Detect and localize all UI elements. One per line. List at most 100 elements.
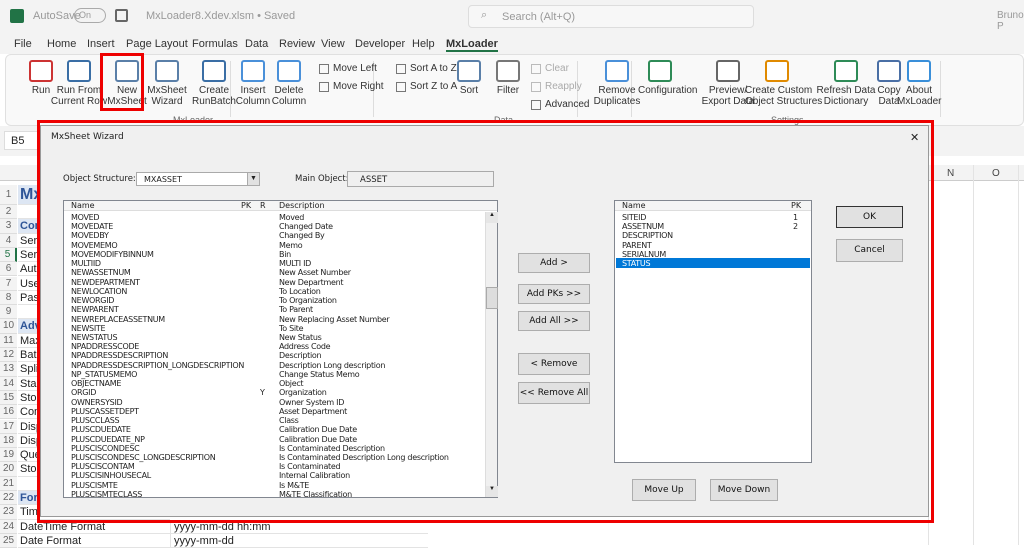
tab-formulas[interactable]: Formulas: [192, 38, 238, 50]
attribute-description[interactable]: Change Status Memo: [279, 370, 360, 379]
attribute-description[interactable]: M&TE Classification: [279, 490, 352, 499]
attribute-description[interactable]: Object: [279, 379, 304, 388]
attribute-description[interactable]: Owner System ID: [279, 398, 344, 407]
tab-view[interactable]: View: [321, 38, 345, 50]
row-header[interactable]: 2: [0, 205, 17, 220]
attribute-description[interactable]: Bin: [279, 250, 291, 259]
attribute-description[interactable]: Memo: [279, 241, 303, 250]
attribute-name[interactable]: PLUSCDUEDATE: [71, 425, 131, 434]
search-box[interactable]: ⌕ Search (Alt+Q): [468, 5, 754, 28]
cell-B25[interactable]: yyyy-mm-dd: [170, 533, 428, 548]
row-header[interactable]: 16: [0, 405, 17, 420]
attribute-name[interactable]: MOVEDBY: [71, 231, 109, 240]
attribute-name[interactable]: PLUSCDUEDATE_NP: [71, 435, 145, 444]
attribute-description[interactable]: New Status: [279, 333, 322, 342]
attribute-name[interactable]: NEWREPLACEASSETNUM: [71, 315, 165, 324]
attribute-description[interactable]: Address Code: [279, 342, 331, 351]
selected-attribute-name[interactable]: ASSETNUM: [622, 222, 664, 231]
tab-home[interactable]: Home: [47, 38, 76, 50]
attribute-name[interactable]: NEWSTATUS: [71, 333, 118, 342]
attribute-name[interactable]: NEWORGID: [71, 296, 114, 305]
attribute-name[interactable]: NEWASSETNUM: [71, 268, 131, 277]
move-down-button[interactable]: Move Down: [710, 479, 778, 501]
row-header[interactable]: 1: [0, 185, 17, 205]
row-header[interactable]: 7: [0, 276, 17, 291]
scroll-up-icon[interactable]: ▲: [486, 212, 498, 223]
close-icon[interactable]: ✕: [910, 131, 919, 144]
attribute-description[interactable]: Asset Department: [279, 407, 347, 416]
attribute-name[interactable]: NPADDRESSCODE: [71, 342, 139, 351]
ribbon-about-button[interactable]: About MxLoader: [897, 60, 941, 107]
add-pks-button[interactable]: Add PKs >>: [518, 284, 590, 304]
scrollbar[interactable]: ▲ ▼: [485, 212, 498, 497]
attribute-name[interactable]: MOVED: [71, 213, 100, 222]
header-pk[interactable]: PK: [791, 201, 801, 210]
attribute-description[interactable]: Description: [279, 351, 322, 360]
attribute-description[interactable]: To Site: [279, 324, 304, 333]
row-header[interactable]: 17: [0, 419, 17, 434]
ribbon-sort-z-a-button[interactable]: Sort Z to A: [410, 81, 457, 92]
row-header[interactable]: 21: [0, 476, 17, 491]
attribute-description[interactable]: Description Long description: [279, 361, 385, 370]
chevron-down-icon[interactable]: ▼: [247, 173, 259, 185]
remove-button[interactable]: < Remove: [518, 353, 590, 375]
tab-developer[interactable]: Developer: [355, 38, 405, 50]
attribute-name[interactable]: NEWSITE: [71, 324, 106, 333]
attribute-description[interactable]: Is Contaminated Description: [279, 444, 385, 453]
header-name[interactable]: Name: [622, 201, 646, 210]
attribute-name[interactable]: ORGID: [71, 388, 96, 397]
row-header[interactable]: 6: [0, 262, 17, 277]
attribute-name[interactable]: NP_STATUSMEMO: [71, 370, 137, 379]
attribute-description[interactable]: To Location: [279, 287, 321, 296]
cell-B24[interactable]: yyyy-mm-dd hh:mm: [170, 519, 428, 534]
row-header[interactable]: 4: [0, 233, 17, 248]
attribute-description[interactable]: Class: [279, 416, 299, 425]
row-header[interactable]: 9: [0, 305, 17, 320]
attribute-description[interactable]: Moved: [279, 213, 304, 222]
ribbon-create-custom-os-button[interactable]: Create Custom Object Structures: [745, 60, 822, 107]
row-header[interactable]: 10: [0, 319, 17, 334]
row-header[interactable]: 19: [0, 448, 17, 463]
attribute-description[interactable]: Calibration Due Date: [279, 435, 357, 444]
attribute-description[interactable]: MULTI ID: [279, 259, 311, 268]
header-pk[interactable]: PK: [241, 201, 251, 210]
attribute-name[interactable]: PLUSCCLASS: [71, 416, 120, 425]
ribbon-configuration-button[interactable]: Configuration: [638, 60, 697, 96]
autosave-toggle[interactable]: On: [74, 8, 106, 23]
attribute-description[interactable]: Organization: [279, 388, 327, 397]
header-r[interactable]: R: [260, 201, 266, 210]
ribbon-sort-a-z-button[interactable]: Sort A to Z: [410, 63, 457, 74]
scroll-down-icon[interactable]: ▼: [486, 486, 498, 497]
attribute-name[interactable]: OBJECTNAME: [71, 379, 121, 388]
row-header[interactable]: 12: [0, 348, 17, 363]
save-icon[interactable]: [115, 9, 128, 22]
ribbon-move-right-button[interactable]: Move Right: [333, 81, 384, 92]
selected-attribute-name[interactable]: PARENT: [622, 241, 652, 250]
attribute-name[interactable]: MOVEMODIFYBINNUM: [71, 250, 154, 259]
attribute-description[interactable]: Internal Calibration: [279, 471, 350, 480]
tab-help[interactable]: Help: [412, 38, 435, 50]
cell-A24[interactable]: DateTime Format: [18, 520, 170, 534]
row-header[interactable]: 15: [0, 390, 17, 406]
row-header[interactable]: 22: [0, 491, 17, 506]
tab-page-layout[interactable]: Page Layout: [126, 38, 188, 50]
row-header[interactable]: 25: [0, 533, 17, 548]
column-header-O[interactable]: O: [992, 168, 1000, 179]
attribute-description[interactable]: Changed Date: [279, 222, 333, 231]
row-header[interactable]: 18: [0, 433, 17, 449]
attribute-name[interactable]: NEWLOCATION: [71, 287, 127, 296]
tab-data[interactable]: Data: [245, 38, 268, 50]
attribute-description[interactable]: Is Contaminated Description Long descrip…: [279, 453, 449, 462]
selected-attributes-list[interactable]: Name PK SITEID 1 ASSETNUM 2 DESCRIPTION PAREN…: [614, 200, 812, 463]
attribute-name[interactable]: PLUSCISMTE: [71, 481, 118, 490]
row-header[interactable]: 23: [0, 505, 17, 520]
add-all-button[interactable]: Add All >>: [518, 311, 590, 331]
row-header[interactable]: 11: [0, 333, 17, 348]
attribute-description[interactable]: Calibration Due Date: [279, 425, 357, 434]
tab-file[interactable]: File: [14, 38, 32, 50]
cell-A25[interactable]: Date Format: [18, 534, 170, 548]
row-header[interactable]: 8: [0, 290, 17, 306]
attribute-description[interactable]: New Department: [279, 278, 344, 287]
attribute-name[interactable]: NEWPARENT: [71, 305, 119, 314]
remove-all-button[interactable]: << Remove All: [518, 382, 590, 404]
